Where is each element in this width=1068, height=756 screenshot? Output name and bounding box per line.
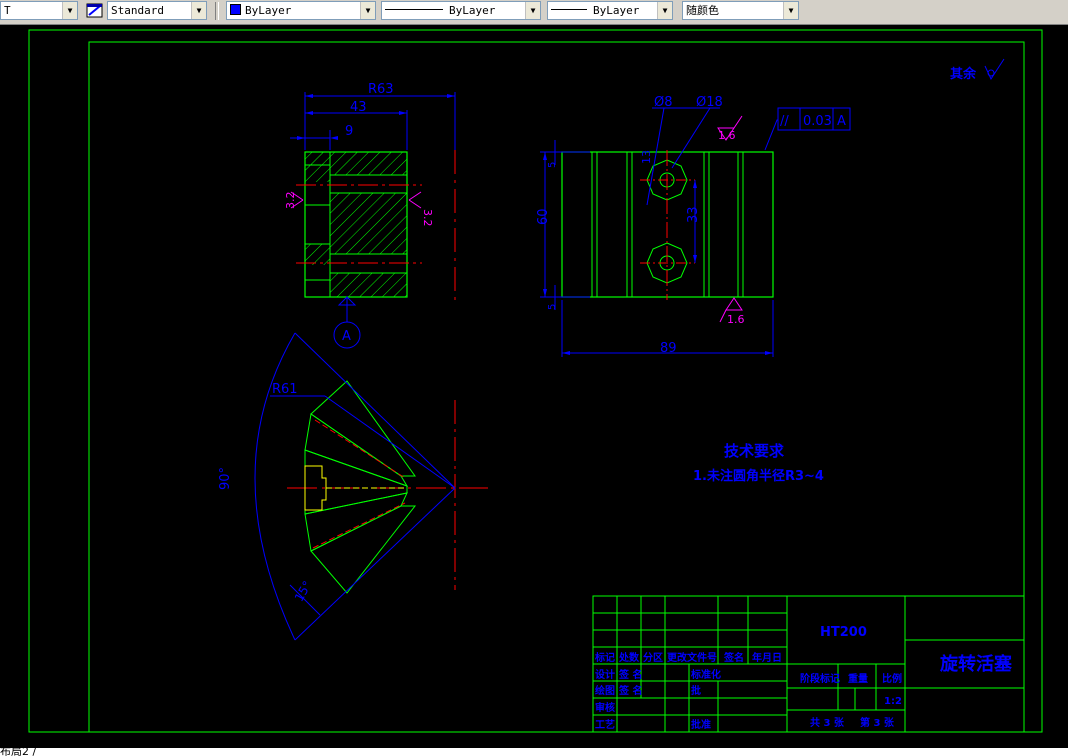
properties-toolbar: T ▼ Standard ▼ ByLayer ▼ ByLayer ▼ ByLay…: [0, 0, 1068, 25]
dim-13: 13: [640, 150, 653, 164]
hdr-count: 处数: [618, 651, 640, 664]
dimension-style-icon[interactable]: [86, 2, 104, 20]
dim-60: 60: [536, 208, 551, 225]
tech-req-title: 技术要求: [724, 442, 785, 460]
fan-view[interactable]: R61 90° 15°: [218, 332, 488, 641]
tolerance-symbol: //: [780, 114, 789, 129]
tech-req-note: 1.未注圆角半径R3~4: [693, 468, 824, 484]
dim-90-angle: 90°: [218, 467, 233, 490]
tolerance-value: 0.03: [803, 114, 832, 129]
dim-d8: Ø8: [654, 95, 673, 110]
inner-border: [88, 41, 1025, 733]
linetype-control-value: ByLayer: [449, 4, 496, 17]
dim-style-value: Standard: [111, 4, 164, 17]
roughness-left: 3.2: [284, 192, 297, 210]
row-unknown: 批: [691, 684, 701, 697]
row-draw-sign: 签 名: [618, 684, 642, 697]
chevron-down-icon[interactable]: ▼: [783, 2, 798, 19]
row-design-sign: 签 名: [618, 668, 642, 681]
side-view[interactable]: 60 33 5 5 89 Ø8 Ø18 13 // 0.03 A 1.6 1.6: [536, 95, 851, 357]
datum-a-label: A: [342, 329, 351, 344]
chevron-down-icon[interactable]: ▼: [360, 2, 375, 19]
color-swatch-icon: [230, 4, 241, 15]
chevron-down-icon[interactable]: ▼: [657, 2, 672, 19]
row-process: 工艺: [595, 718, 615, 731]
row-check: 审核: [595, 701, 615, 714]
chevron-down-icon[interactable]: ▼: [62, 2, 77, 19]
toolbar-divider: [215, 2, 219, 20]
row-std: 标准化: [690, 668, 721, 681]
dim-r63: R63: [368, 82, 394, 97]
rest-roughness-label: 其余: [950, 66, 977, 82]
scale-label: 比例: [882, 672, 902, 685]
dim-15-angle: 15°: [292, 579, 315, 604]
row-approve: 批准: [691, 718, 711, 731]
sheets-total: 共 3 张: [810, 716, 845, 729]
dim-43: 43: [350, 100, 367, 115]
dim-5-top: 5: [547, 162, 558, 168]
color-control-dropdown[interactable]: ByLayer ▼: [226, 1, 376, 20]
dim-d18: Ø18: [696, 95, 723, 110]
hdr-sign: 签名: [723, 651, 744, 664]
row-design: 设计: [595, 668, 615, 681]
tolerance-datum: A: [837, 114, 846, 129]
roughness-right: 3.2: [421, 209, 434, 227]
scale-value: 1:2: [884, 696, 902, 707]
lineweight-sample-icon: [551, 9, 587, 10]
sheet-number: 第 3 张: [860, 716, 895, 729]
dim-89: 89: [660, 341, 677, 356]
hdr-date: 年月日: [752, 651, 782, 664]
layout-tab-label[interactable]: 布局2 /: [0, 748, 36, 756]
linetype-sample-icon: [385, 9, 443, 10]
drawing-canvas[interactable]: R63 43 9 3.2 3.2 A 60 33 5 5 89 Ø8 Ø18 1…: [0, 25, 1068, 748]
plot-style-dropdown[interactable]: 随颜色 ▼: [682, 1, 799, 20]
weight-label: 重量: [848, 672, 868, 685]
chevron-down-icon[interactable]: ▼: [191, 2, 206, 19]
roughness-top: 1.6: [718, 129, 736, 142]
lineweight-control-dropdown[interactable]: ByLayer ▼: [547, 1, 673, 20]
front-section-view[interactable]: R63 43 9 3.2 3.2 A: [284, 82, 456, 349]
material-label: HT200: [820, 625, 867, 640]
color-control-value: ByLayer: [245, 4, 292, 17]
layout-tab-bar[interactable]: 布局2 /: [0, 748, 1068, 756]
chevron-down-icon[interactable]: ▼: [525, 2, 540, 19]
hdr-zone: 分区: [643, 651, 663, 664]
linetype-control-dropdown[interactable]: ByLayer ▼: [381, 1, 541, 20]
part-name: 旋转活塞: [939, 653, 1013, 675]
roughness-bottom: 1.6: [727, 313, 745, 326]
text-style-dropdown[interactable]: T ▼: [0, 1, 78, 20]
dim-33: 33: [686, 206, 701, 223]
stage-mark: 阶段标记: [800, 672, 840, 685]
lineweight-control-value: ByLayer: [593, 4, 640, 17]
text-style-value: T: [4, 4, 11, 17]
dim-5-bottom: 5: [547, 304, 558, 310]
roughness-symbol-icon: [984, 58, 1005, 81]
dim-style-dropdown[interactable]: Standard ▼: [107, 1, 207, 20]
dim-9: 9: [345, 124, 353, 139]
outer-border: [28, 29, 1043, 733]
dim-r61: R61: [272, 382, 298, 397]
row-draw: 绘图: [595, 684, 615, 697]
hdr-docno: 更改文件号: [667, 651, 717, 664]
plot-style-value: 随颜色: [686, 4, 719, 17]
hdr-mark: 标记: [594, 651, 615, 664]
